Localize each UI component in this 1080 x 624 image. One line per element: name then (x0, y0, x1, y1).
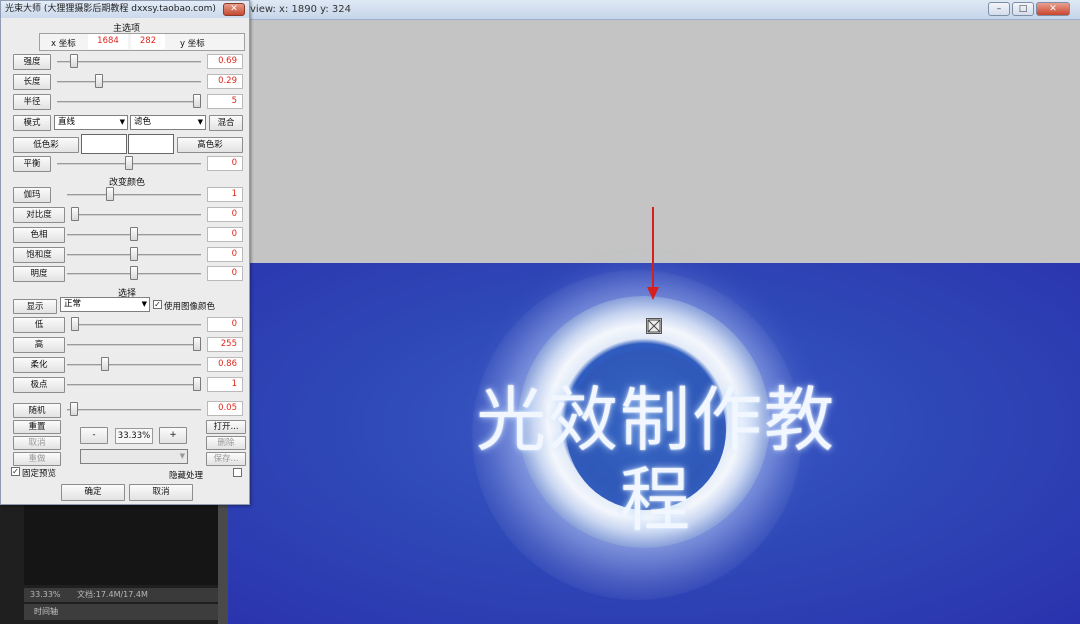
chevron-down-icon: ▼ (141, 300, 147, 308)
hue-button[interactable]: 色相 (13, 227, 65, 243)
contrast-value[interactable]: 0 (207, 207, 243, 222)
low-color-swatch[interactable] (81, 134, 127, 154)
contrast-button[interactable]: 对比度 (13, 207, 65, 223)
chevron-down-icon: ▼ (179, 452, 185, 460)
intensity-button[interactable]: 强度 (13, 54, 51, 70)
high-color-swatch[interactable] (128, 134, 174, 154)
view-info: view: x: 1890 y: 324 (250, 4, 351, 15)
gamma-value[interactable]: 1 (207, 187, 243, 202)
random-value[interactable]: 0.05 (207, 401, 243, 416)
zoom-out-button[interactable]: - (80, 427, 108, 444)
zoom-readout[interactable]: 33.33% (30, 590, 61, 599)
gamma-slider[interactable] (67, 187, 201, 203)
brightness-slider[interactable] (67, 266, 201, 282)
document-canvas[interactable]: 光效制作教程 (228, 20, 1080, 624)
fixed-preview-label: 固定预览 (22, 469, 57, 479)
open-button[interactable]: 打开... (206, 420, 246, 434)
random-slider[interactable] (67, 402, 201, 418)
intensity-value[interactable]: 0.69 (207, 54, 243, 69)
low-color-button[interactable]: 低色彩 (13, 137, 79, 153)
dialog-close-button[interactable]: ✕ (223, 3, 245, 16)
delete-button[interactable]: 删除 (206, 436, 246, 450)
balance-button[interactable]: 平衡 (13, 156, 51, 172)
low-button[interactable]: 低 (13, 317, 65, 333)
document-size: 文档:17.4M/17.4M (77, 590, 148, 599)
chevron-down-icon: ▼ (119, 118, 125, 126)
hide-processing-label: 隐藏处理 (169, 471, 204, 481)
high-button[interactable]: 高 (13, 337, 65, 353)
zoom-in-button[interactable]: + (159, 427, 187, 444)
undo-button[interactable]: 取消 (13, 436, 61, 450)
high-slider[interactable] (67, 337, 201, 353)
dialog-title: 光束大师 (大狸狸摄影后期教程 dxxsy.taobao.com) (1, 1, 249, 18)
random-button[interactable]: 随机 (13, 403, 61, 418)
saturation-slider[interactable] (67, 247, 201, 263)
brightness-value[interactable]: 0 (207, 266, 243, 281)
length-value[interactable]: 0.29 (207, 74, 243, 89)
reset-button[interactable]: 重置 (13, 420, 61, 434)
hue-slider[interactable] (67, 227, 201, 243)
balance-value[interactable]: 0 (207, 156, 243, 171)
soften-button[interactable]: 柔化 (13, 357, 65, 373)
light-effect-title: 光效制作教程 (476, 379, 836, 541)
pole-button[interactable]: 极点 (13, 377, 65, 393)
red-arrow-icon (647, 207, 659, 300)
ok-button[interactable]: 确定 (61, 484, 125, 501)
fixed-preview-checkbox[interactable]: ✓ (11, 467, 20, 476)
x-coordinate-label: x 坐标 (51, 39, 76, 49)
maximize-button[interactable]: □ (1012, 2, 1034, 16)
high-color-button[interactable]: 高色彩 (177, 137, 243, 153)
pole-slider[interactable] (67, 377, 201, 393)
radius-slider[interactable] (57, 94, 201, 110)
gamma-button[interactable]: 伽玛 (13, 187, 51, 203)
cancel-button[interactable]: 取消 (129, 484, 193, 501)
mode-select[interactable]: 直线 ▼ (54, 115, 128, 130)
radius-button[interactable]: 半径 (13, 94, 51, 110)
timeline-tab[interactable]: 时间轴 (24, 604, 218, 620)
contrast-slider[interactable] (71, 207, 201, 223)
low-slider[interactable] (71, 317, 201, 333)
hue-value[interactable]: 0 (207, 227, 243, 242)
high-value[interactable]: 255 (207, 337, 243, 352)
soften-value[interactable]: 0.86 (207, 357, 243, 372)
y-coordinate-value[interactable]: 282 (131, 34, 165, 49)
balance-slider[interactable] (57, 156, 201, 172)
length-button[interactable]: 长度 (13, 74, 51, 90)
display-select[interactable]: 正常 ▼ (60, 297, 150, 312)
minimize-button[interactable]: – (988, 2, 1010, 16)
use-image-color-checkbox[interactable]: ✓ (153, 300, 162, 309)
mode-button[interactable]: 模式 (13, 115, 51, 131)
light-center-marker-icon[interactable] (646, 318, 662, 334)
preset-select[interactable]: ▼ (80, 449, 188, 464)
display-button[interactable]: 显示 (13, 299, 57, 314)
photoshop-statusbar: 33.33% 文档:17.4M/17.4M (24, 588, 218, 602)
saturation-value[interactable]: 0 (207, 247, 243, 262)
brightness-button[interactable]: 明度 (13, 266, 65, 282)
length-slider[interactable] (57, 74, 201, 90)
filter-select[interactable]: 滤色 ▼ (130, 115, 206, 130)
pole-value[interactable]: 1 (207, 377, 243, 392)
intensity-slider[interactable] (57, 54, 201, 70)
radius-value[interactable]: 5 (207, 94, 243, 109)
hide-processing-checkbox[interactable] (233, 468, 242, 477)
use-image-color-label: 使用图像颜色 (164, 302, 216, 312)
photoshop-panel-area (24, 505, 218, 585)
redo-button[interactable]: 重做 (13, 452, 61, 466)
blend-button[interactable]: 混合 (209, 115, 243, 131)
saturation-button[interactable]: 饱和度 (13, 247, 65, 263)
preview-zoom-value: 33.33% (115, 428, 153, 444)
x-coordinate-value[interactable]: 1684 (88, 34, 128, 49)
chevron-down-icon: ▼ (197, 118, 203, 126)
soften-slider[interactable] (67, 357, 201, 373)
y-coordinate-label: y 坐标 (180, 39, 205, 49)
save-preset-button[interactable]: 保存... (206, 452, 246, 466)
low-value[interactable]: 0 (207, 317, 243, 332)
window-close-button[interactable]: ✕ (1036, 2, 1070, 16)
light-beam-dialog: 光束大师 (大狸狸摄影后期教程 dxxsy.taobao.com) ✕ 主选项 … (0, 0, 250, 505)
